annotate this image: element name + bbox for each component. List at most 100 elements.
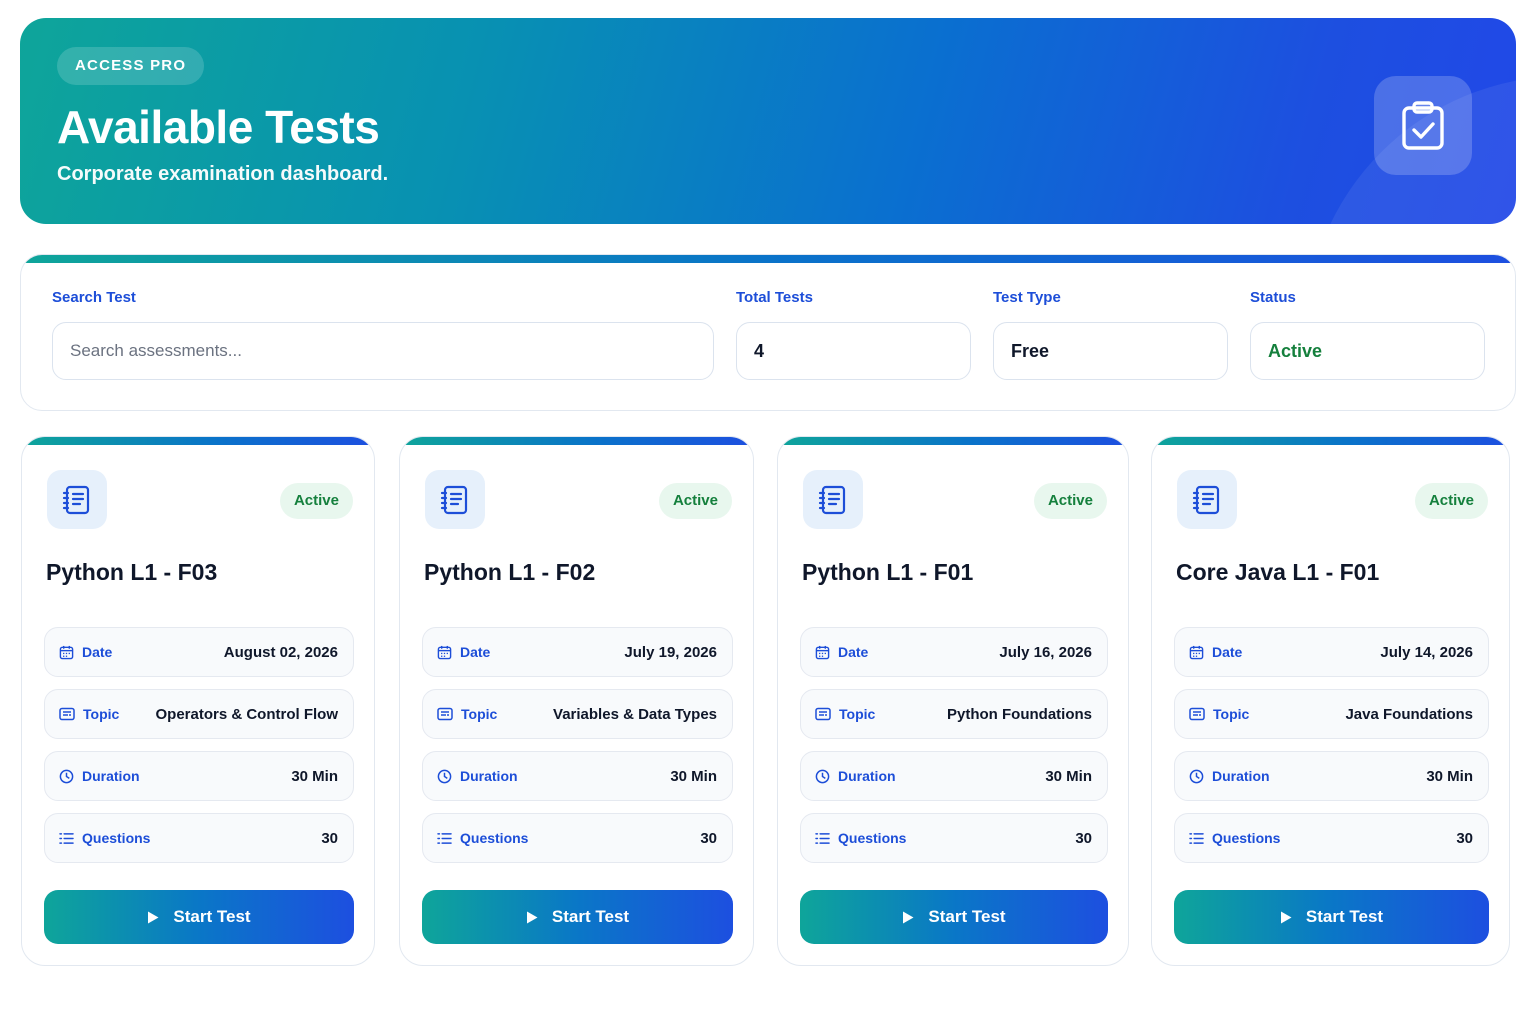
test-card: Active Python L1 - F01 Date July 16, 202…	[777, 436, 1129, 966]
page-subtitle: Corporate examination dashboard.	[57, 163, 389, 185]
access-badge: ACCESS PRO	[57, 47, 205, 85]
status-value: Active	[1268, 340, 1323, 361]
test-card: Active Python L1 - F03 Date August 02, 2…	[21, 436, 375, 966]
clock-icon	[59, 769, 74, 783]
card-accent-bar	[1152, 437, 1509, 445]
start-test-button[interactable]: Start Test	[800, 890, 1108, 944]
questions-value: 30	[1456, 829, 1473, 847]
calendar-icon	[815, 645, 830, 659]
total-tests-value: 4	[754, 340, 765, 361]
duration-label: Duration	[82, 768, 140, 784]
card-accent-bar	[22, 437, 374, 445]
duration-row: Duration 30 Min	[44, 751, 354, 801]
duration-label: Duration	[460, 768, 518, 784]
play-icon	[903, 911, 914, 923]
date-label: Date	[82, 644, 113, 660]
list-icon	[59, 832, 74, 844]
panel-accent-bar	[21, 255, 1515, 263]
questions-value: 30	[321, 829, 338, 847]
questions-row: Questions 30	[44, 813, 354, 863]
play-icon	[526, 911, 538, 923]
document-list-icon	[425, 470, 485, 529]
duration-value: 30 Min	[1426, 767, 1473, 785]
start-test-button[interactable]: Start Test	[44, 890, 354, 944]
duration-row: Duration 30 Min	[422, 751, 733, 801]
calendar-icon	[1189, 645, 1204, 659]
duration-label: Duration	[838, 768, 896, 784]
list-icon	[1189, 832, 1204, 844]
test-title: Python L1 - F03	[46, 559, 218, 585]
questions-row: Questions 30	[1174, 813, 1489, 863]
duration-row: Duration 30 Min	[1174, 751, 1489, 801]
topic-icon	[1189, 707, 1205, 721]
calendar-icon	[59, 645, 74, 659]
search-input[interactable]	[70, 341, 713, 361]
filter-panel: Search Test Total Tests 4 Test Type Free…	[20, 254, 1516, 411]
test-type-field[interactable]: Free	[993, 322, 1228, 380]
questions-value: 30	[1075, 829, 1092, 847]
duration-value: 30 Min	[291, 767, 338, 785]
document-list-icon	[1177, 470, 1237, 529]
card-accent-bar	[400, 437, 753, 445]
status-badge: Active	[1414, 483, 1488, 519]
hero-banner: ACCESS PRO Available Tests Corporate exa…	[20, 18, 1516, 224]
status-badge: Active	[658, 483, 732, 519]
list-icon	[437, 832, 452, 844]
topic-label: Topic	[1213, 706, 1250, 722]
topic-label: Topic	[839, 706, 876, 722]
test-type-label: Test Type	[993, 289, 1061, 306]
questions-row: Questions 30	[422, 813, 733, 863]
topic-label: Topic	[83, 706, 120, 722]
document-list-icon	[803, 470, 863, 529]
duration-row: Duration 30 Min	[800, 751, 1108, 801]
date-row: Date July 14, 2026	[1174, 627, 1489, 677]
play-icon	[1280, 911, 1292, 923]
date-label: Date	[460, 644, 491, 660]
topic-label: Topic	[461, 706, 498, 722]
test-card: Active Core Java L1 - F01 Date July 14, …	[1151, 436, 1510, 966]
duration-label: Duration	[1212, 768, 1270, 784]
topic-icon	[815, 707, 831, 721]
total-tests-label: Total Tests	[736, 289, 813, 306]
status-badge: Active	[1033, 483, 1107, 519]
search-field[interactable]	[52, 322, 714, 380]
total-tests-field: 4	[736, 322, 971, 380]
date-label: Date	[1212, 644, 1243, 660]
status-field[interactable]: Active	[1250, 322, 1485, 380]
clock-icon	[437, 769, 452, 783]
date-value: July 19, 2026	[624, 643, 717, 661]
start-test-label: Start Test	[1305, 907, 1384, 926]
duration-value: 30 Min	[670, 767, 717, 785]
document-list-icon	[47, 470, 107, 529]
clock-icon	[1189, 769, 1204, 783]
questions-row: Questions 30	[800, 813, 1108, 863]
page-title: Available Tests	[57, 101, 380, 153]
date-row: Date July 19, 2026	[422, 627, 733, 677]
questions-value: 30	[700, 829, 717, 847]
date-row: Date July 16, 2026	[800, 627, 1108, 677]
topic-value: Python Foundations	[947, 705, 1092, 723]
topic-value: Java Foundations	[1345, 705, 1473, 723]
topic-value: Operators & Control Flow	[155, 705, 338, 723]
topic-icon	[59, 707, 75, 721]
test-title: Python L1 - F02	[424, 559, 596, 585]
play-icon	[148, 911, 159, 923]
topic-icon	[437, 707, 453, 721]
questions-label: Questions	[460, 830, 529, 846]
test-title: Core Java L1 - F01	[1176, 559, 1380, 585]
duration-value: 30 Min	[1045, 767, 1092, 785]
questions-label: Questions	[1212, 830, 1281, 846]
date-row: Date August 02, 2026	[44, 627, 354, 677]
start-test-button[interactable]: Start Test	[1174, 890, 1489, 944]
test-title: Python L1 - F01	[802, 559, 974, 585]
calendar-icon	[437, 645, 452, 659]
clipboard-check-icon	[1374, 76, 1472, 175]
start-test-button[interactable]: Start Test	[422, 890, 733, 944]
topic-row: Topic Python Foundations	[800, 689, 1108, 739]
status-badge: Active	[279, 483, 353, 519]
test-type-value: Free	[1011, 340, 1050, 361]
date-value: July 14, 2026	[1380, 643, 1473, 661]
date-label: Date	[838, 644, 869, 660]
card-accent-bar	[778, 437, 1128, 445]
topic-row: Topic Java Foundations	[1174, 689, 1489, 739]
